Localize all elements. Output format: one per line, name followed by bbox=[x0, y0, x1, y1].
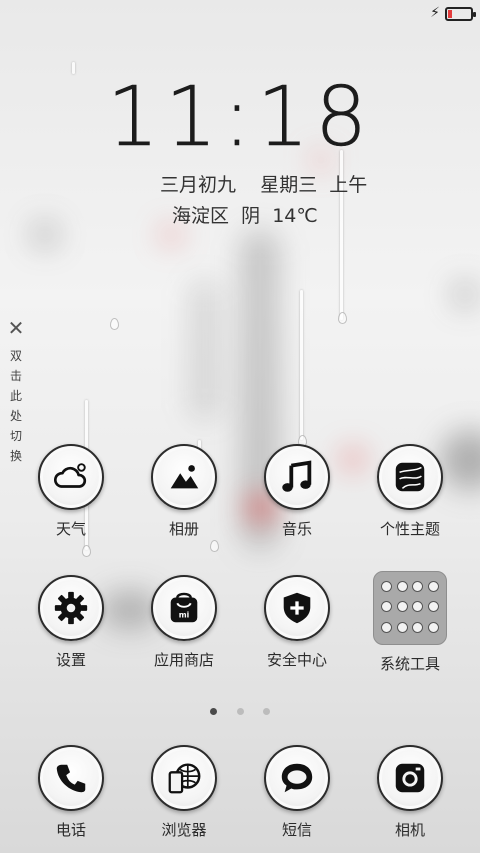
background-blur bbox=[160, 225, 182, 245]
battery-icon bbox=[445, 7, 476, 21]
music-icon bbox=[264, 444, 330, 510]
settings-icon bbox=[38, 575, 104, 641]
app-label: 个性主题 bbox=[379, 520, 440, 538]
dock-browser[interactable]: 浏览器 bbox=[129, 745, 239, 840]
mini-app-icon bbox=[396, 581, 408, 592]
dock-phone[interactable]: 电话 bbox=[16, 745, 126, 840]
weather-temperature: 14℃ bbox=[272, 205, 318, 227]
weather-icon bbox=[38, 444, 104, 510]
browser-icon bbox=[151, 745, 217, 811]
app-label: 天气 bbox=[55, 520, 86, 538]
day-period: 上午 bbox=[329, 174, 368, 196]
mini-app-icon bbox=[380, 581, 392, 592]
raindrop bbox=[338, 312, 347, 324]
mini-app-icon bbox=[412, 621, 424, 633]
weather-condition: 阴 bbox=[241, 205, 261, 227]
mini-app-icon bbox=[428, 621, 440, 633]
app-label: 应用商店 bbox=[153, 651, 214, 669]
close-icon[interactable]: ✕ bbox=[6, 318, 26, 338]
app-label: 电话 bbox=[55, 821, 86, 839]
app-label: 系统工具 bbox=[379, 655, 440, 673]
battery-level bbox=[448, 10, 452, 18]
page-dot[interactable] bbox=[262, 708, 270, 715]
dock-camera[interactable]: 相机 bbox=[355, 745, 465, 840]
mini-app-icon bbox=[412, 601, 424, 613]
app-security[interactable]: 安全中心 bbox=[242, 575, 352, 670]
app-weather[interactable]: 天气 bbox=[16, 444, 126, 539]
app-themes[interactable]: 个性主题 bbox=[355, 444, 465, 539]
app-label: 短信 bbox=[281, 821, 312, 839]
status-bar: ⚡ bbox=[0, 0, 480, 28]
raindrop-streak bbox=[300, 290, 303, 440]
camera-icon bbox=[377, 745, 443, 811]
security-icon bbox=[264, 575, 330, 641]
app-store-icon: mi bbox=[151, 575, 217, 641]
app-label: 相册 bbox=[168, 520, 199, 538]
clock-time: 11:18 bbox=[106, 70, 374, 166]
weather-summary[interactable]: 海淀区 阴 14℃ bbox=[172, 201, 318, 228]
messages-icon bbox=[264, 745, 330, 811]
svg-text:mi: mi bbox=[179, 611, 190, 620]
bolt-icon: ⚡ bbox=[430, 5, 440, 21]
mini-app-icon bbox=[380, 601, 392, 613]
page-dot[interactable] bbox=[236, 708, 244, 715]
raindrop bbox=[82, 545, 91, 557]
phone-icon bbox=[38, 745, 104, 811]
mini-app-icon bbox=[412, 581, 424, 592]
mini-app-icon bbox=[428, 601, 440, 613]
app-store[interactable]: mi 应用商店 bbox=[129, 575, 239, 670]
app-label: 音乐 bbox=[281, 520, 312, 538]
app-label: 安全中心 bbox=[266, 651, 327, 669]
app-label: 浏览器 bbox=[161, 821, 207, 839]
mini-app-icon bbox=[396, 601, 408, 613]
background-blur bbox=[450, 280, 480, 310]
mini-app-icon bbox=[428, 581, 440, 592]
page-indicator bbox=[0, 700, 480, 719]
app-settings[interactable]: 设置 bbox=[16, 575, 126, 670]
app-music[interactable]: 音乐 bbox=[242, 444, 352, 539]
raindrop bbox=[210, 540, 219, 552]
background-blur bbox=[30, 220, 60, 250]
app-gallery[interactable]: 相册 bbox=[129, 444, 239, 539]
themes-icon bbox=[377, 444, 443, 510]
gallery-icon bbox=[151, 444, 217, 510]
app-label: 相机 bbox=[394, 821, 425, 839]
weather-location: 海淀区 bbox=[172, 205, 230, 227]
dock-messages[interactable]: 短信 bbox=[242, 745, 352, 840]
folder-icon bbox=[373, 571, 447, 645]
page-dot[interactable] bbox=[210, 708, 218, 715]
date-line: 三月初九 星期三 上午 bbox=[160, 170, 367, 197]
raindrop bbox=[110, 318, 119, 330]
app-system-tools-folder[interactable]: 系统工具 bbox=[355, 571, 465, 674]
lunar-date: 三月初九 bbox=[160, 174, 237, 196]
background-blur bbox=[190, 280, 220, 420]
mini-app-icon bbox=[396, 621, 408, 633]
mini-app-icon bbox=[380, 621, 392, 633]
weekday: 星期三 bbox=[260, 174, 318, 196]
app-label: 设置 bbox=[55, 651, 86, 669]
